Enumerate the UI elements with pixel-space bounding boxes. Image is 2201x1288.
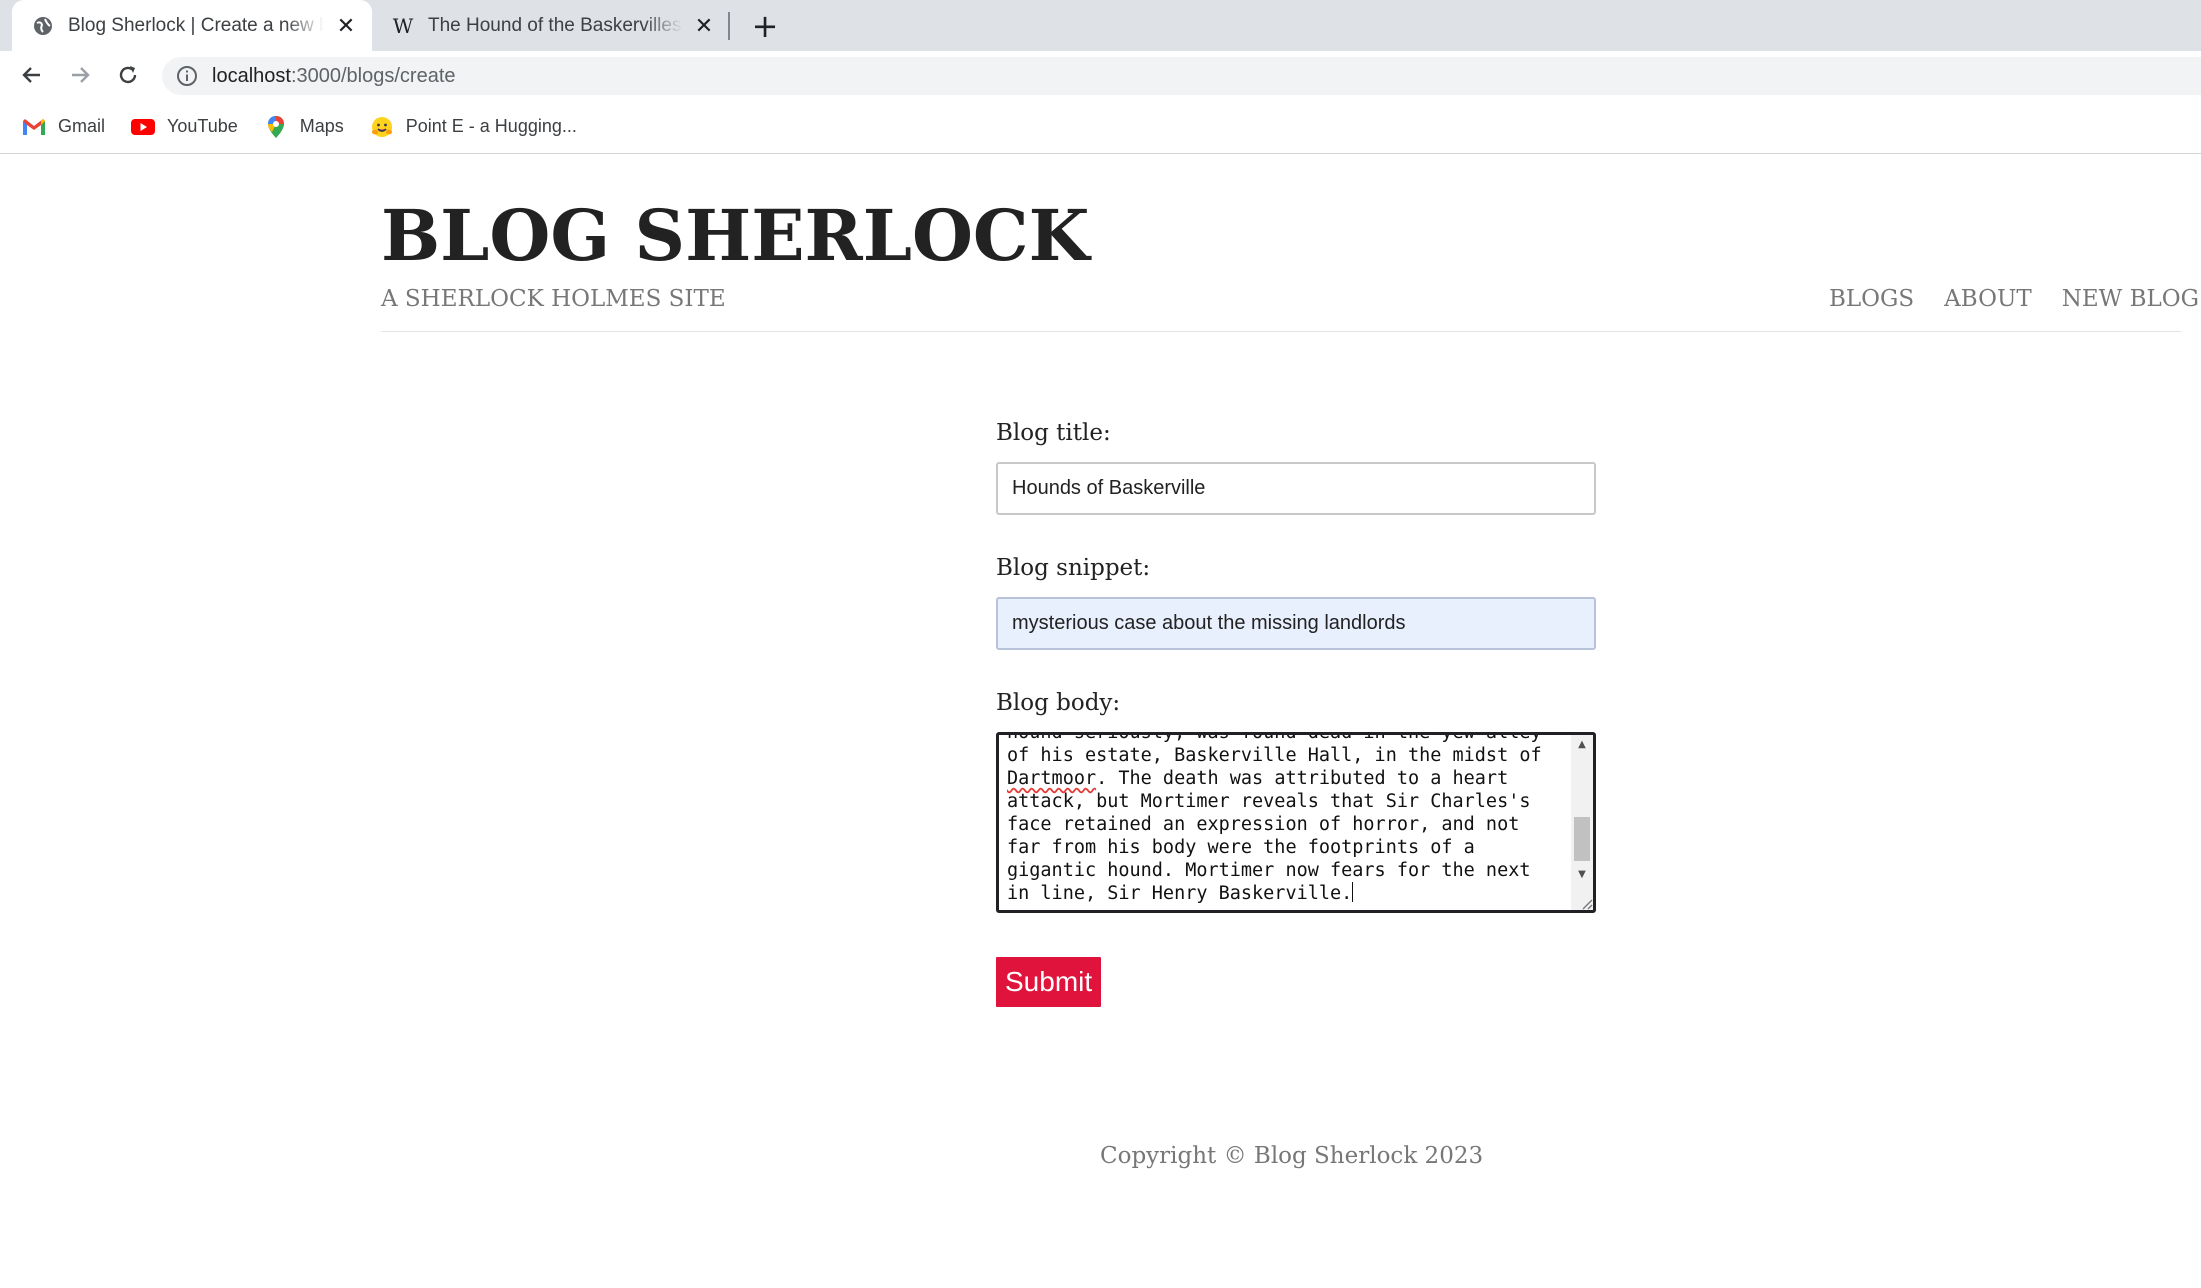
resize-handle-icon[interactable] xyxy=(1579,896,1593,910)
header-divider xyxy=(381,331,2181,332)
body-line: far from his body were the footprints of… xyxy=(1007,837,1475,858)
nav-blogs-link[interactable]: BLOGS xyxy=(1829,286,1914,312)
body-line: attack, but Mortimer reveals that Sir Ch… xyxy=(1007,791,1531,812)
tab-title: Blog Sherlock | Create a new blog xyxy=(68,14,324,36)
tab-wikipedia[interactable]: W The Hound of the Baskervilles - Wikipe… xyxy=(372,0,730,51)
blog-body-label: Blog body: xyxy=(996,690,1121,716)
reload-icon xyxy=(119,66,137,84)
address-bar[interactable]: localhost:3000/blogs/create xyxy=(162,57,2201,95)
blog-title-input[interactable] xyxy=(996,462,1596,515)
gmail-icon xyxy=(22,115,46,139)
bookmark-label: YouTube xyxy=(167,116,238,136)
bookmarks-bar: Gmail YouTube Maps Point E - a Hugging..… xyxy=(0,100,2201,154)
body-line: of his estate, Baskerville Hall, in the … xyxy=(1007,745,1542,766)
close-tab-icon[interactable]: ✕ xyxy=(332,12,360,40)
forward-button[interactable] xyxy=(60,55,100,95)
body-line: face retained an expression of horror, a… xyxy=(1007,814,1520,835)
copyright-text: Copyright © Blog Sherlock 2023 xyxy=(1100,1143,1484,1169)
tab-separator xyxy=(728,12,730,40)
bookmark-maps[interactable]: Maps xyxy=(264,115,344,139)
bookmark-label: Maps xyxy=(299,116,344,136)
tab-blog-sherlock[interactable]: Blog Sherlock | Create a new blog ✕ xyxy=(12,0,372,51)
body-line: Dartmoor. The death was attributed to a … xyxy=(1007,767,1567,790)
bookmark-label: Point E - a Hugging... xyxy=(405,116,577,136)
site-title[interactable]: BLOG SHERLOCK xyxy=(381,194,1089,277)
wikipedia-icon: W xyxy=(392,13,414,38)
site-info-icon[interactable] xyxy=(176,65,198,87)
new-tab-button[interactable]: + xyxy=(748,7,782,45)
hugging-face-icon xyxy=(370,115,394,139)
url-host: localhost xyxy=(212,64,291,87)
body-line-last: in line, Sir Henry Baskerville. xyxy=(1007,883,1353,904)
scroll-down-arrow-icon[interactable]: ▼ xyxy=(1571,865,1593,883)
reload-button[interactable] xyxy=(108,55,148,95)
bookmark-label: Gmail xyxy=(58,116,106,136)
globe-icon xyxy=(32,15,54,37)
submit-button[interactable]: Submit xyxy=(996,957,1102,1007)
blog-snippet-label: Blog snippet: xyxy=(996,555,1151,581)
tab-title: The Hound of the Baskervilles - Wikipedi… xyxy=(428,14,682,36)
body-line: gigantic hound. Mortimer now fears for t… xyxy=(1007,860,1531,881)
site-subtitle: A SHERLOCK HOLMES SITE xyxy=(381,286,726,312)
nav-about-link[interactable]: ABOUT xyxy=(1944,286,2032,312)
text-caret xyxy=(1352,882,1354,902)
scroll-up-arrow-icon[interactable]: ▲ xyxy=(1571,735,1593,753)
textarea-scrollbar[interactable]: ▲ ▼ xyxy=(1571,735,1593,910)
bookmark-youtube[interactable]: YouTube xyxy=(131,115,238,139)
blog-title-label: Blog title: xyxy=(996,420,1111,446)
nav-new-blog-link[interactable]: NEW BLOG xyxy=(2062,286,2199,312)
create-blog-form: Blog title: Blog snippet: Blog body: hou… xyxy=(996,420,1596,1007)
forward-arrow-icon xyxy=(72,67,90,83)
site-nav: BLOGS ABOUT NEW BLOG xyxy=(1829,286,2199,312)
youtube-icon xyxy=(131,115,156,139)
browser-toolbar: localhost:3000/blogs/create xyxy=(0,51,2201,100)
back-button[interactable] xyxy=(12,55,52,95)
scrollbar-thumb[interactable] xyxy=(1574,817,1590,861)
body-line: in line, Sir Henry Baskerville. xyxy=(1007,882,1567,905)
browser-tabstrip: Blog Sherlock | Create a new blog ✕ W Th… xyxy=(0,0,2201,51)
close-tab-icon[interactable]: ✕ xyxy=(690,12,718,40)
blog-body-text: hound seriously, was found dead in the y… xyxy=(1007,732,1567,905)
bookmark-point-e[interactable]: Point E - a Hugging... xyxy=(370,115,577,139)
blog-body-textarea[interactable]: hound seriously, was found dead in the y… xyxy=(996,732,1596,913)
url-path: :3000/blogs/create xyxy=(290,64,456,87)
body-line-rest: . The death was attributed to a heart xyxy=(1096,768,1509,789)
blog-snippet-input[interactable] xyxy=(996,597,1596,650)
misspelled-word[interactable]: Dartmoor xyxy=(1007,768,1096,789)
maps-icon xyxy=(264,115,288,139)
bookmark-gmail[interactable]: Gmail xyxy=(22,115,105,139)
body-line: hound seriously, was found dead in the y… xyxy=(1007,732,1542,743)
back-arrow-icon xyxy=(22,67,40,83)
